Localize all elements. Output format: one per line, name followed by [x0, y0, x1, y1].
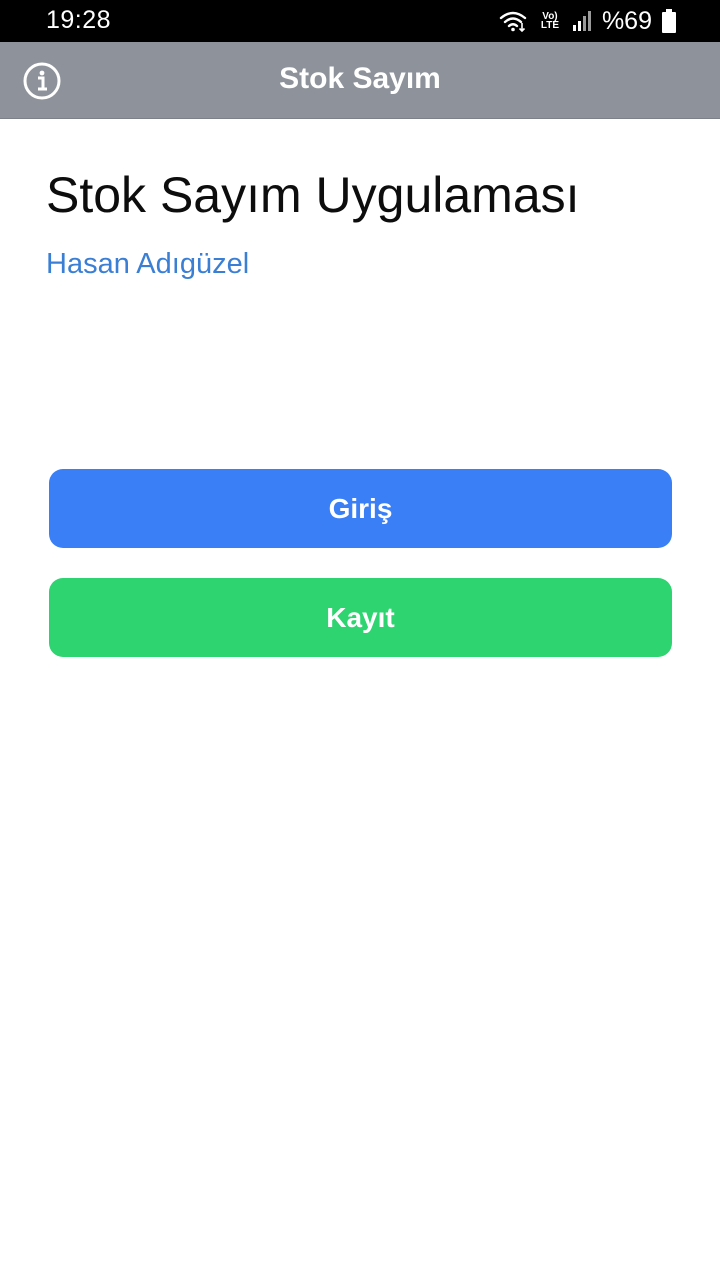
battery-icon [662, 9, 676, 33]
signal-icon [572, 10, 592, 32]
volte-line2: LTE [540, 20, 560, 31]
register-button[interactable]: Kayıt [49, 578, 672, 657]
app-bar: Stok Sayım [0, 42, 720, 119]
status-icons: Vo) LTE %69 [498, 6, 676, 36]
login-button[interactable]: Giriş [49, 469, 672, 548]
status-bar: 19:28 Vo) LTE %69 [0, 0, 720, 42]
page-title: Stok Sayım Uygulaması [46, 167, 580, 223]
battery-percent: %69 [601, 6, 652, 35]
app-screen: 19:28 Vo) LTE %69 Stok Sayım Stok Sayım … [0, 0, 720, 1280]
volte-icon: Vo) LTE [538, 12, 562, 31]
wifi-icon [498, 9, 528, 33]
app-bar-title: Stok Sayım [279, 62, 441, 95]
author-name: Hasan Adıgüzel [46, 248, 250, 280]
status-time: 19:28 [46, 6, 112, 34]
